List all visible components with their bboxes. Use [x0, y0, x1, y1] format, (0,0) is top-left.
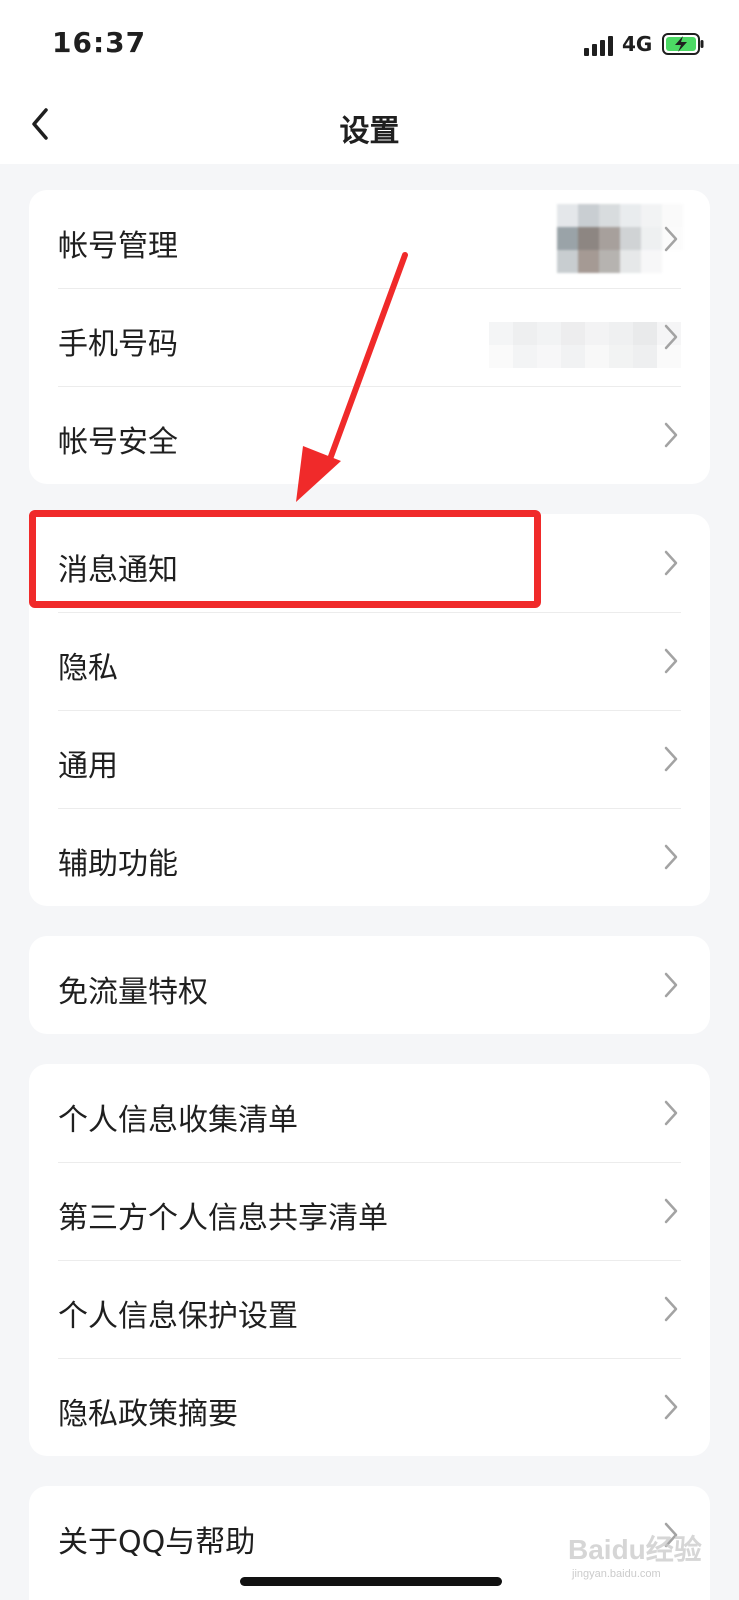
settings-item-accessibility[interactable]: 辅助功能 — [29, 808, 710, 906]
blurred-phone-number — [489, 322, 683, 368]
page-title: 设置 — [339, 114, 400, 149]
chevron-right-icon — [664, 648, 678, 674]
settings-item-info-collection-list[interactable]: 个人信息收集清单 — [29, 1064, 710, 1162]
settings-item-label: 辅助功能 — [58, 847, 178, 882]
settings-item-account-security[interactable]: 帐号安全 — [29, 386, 710, 484]
settings-item-label: 手机号码 — [58, 327, 178, 362]
home-indicator[interactable] — [240, 1577, 502, 1586]
chevron-right-icon — [664, 550, 678, 576]
settings-item-label: 关于QQ与帮助 — [58, 1525, 256, 1560]
chevron-right-icon — [664, 844, 678, 870]
battery-charging-icon — [662, 33, 704, 55]
chevron-right-icon — [664, 1198, 678, 1224]
chevron-right-icon — [664, 422, 678, 448]
settings-item-general[interactable]: 通用 — [29, 710, 710, 808]
settings-item-label: 第三方个人信息共享清单 — [58, 1201, 388, 1236]
network-type: 4G — [622, 32, 653, 56]
settings-group-data: 免流量特权 — [29, 936, 710, 1034]
chevron-right-icon — [664, 226, 678, 252]
settings-group-account: 帐号管理 手机号码 帐号安全 — [29, 190, 710, 484]
settings-item-account-management[interactable]: 帐号管理 — [29, 190, 710, 288]
settings-item-info-protection[interactable]: 个人信息保护设置 — [29, 1260, 710, 1358]
settings-item-label: 个人信息保护设置 — [58, 1299, 298, 1334]
annotation-highlight-box — [29, 510, 541, 608]
chevron-right-icon — [664, 1394, 678, 1420]
settings-item-free-data[interactable]: 免流量特权 — [29, 936, 710, 1034]
settings-item-label: 帐号管理 — [58, 229, 178, 264]
chevron-right-icon — [664, 746, 678, 772]
chevron-right-icon — [664, 1296, 678, 1322]
settings-item-label: 隐私 — [58, 651, 118, 686]
watermark: Baidu经验 jingyan.baidu.com — [568, 1528, 702, 1580]
settings-item-third-party-sharing[interactable]: 第三方个人信息共享清单 — [29, 1162, 710, 1260]
watermark-brand: Baidu经验 — [568, 1534, 702, 1565]
chevron-right-icon — [664, 972, 678, 998]
status-bar: 16:37 4G — [0, 0, 739, 88]
settings-screen: 16:37 4G 设置 帐号管理 手机号码 帐号安全 消息通知 隐私 通用 辅助… — [0, 0, 739, 1600]
cellular-signal-icon — [584, 34, 614, 56]
chevron-right-icon — [664, 1100, 678, 1126]
settings-item-phone-number[interactable]: 手机号码 — [29, 288, 710, 386]
status-time: 16:37 — [52, 26, 147, 59]
settings-group-personal-info: 个人信息收集清单 第三方个人信息共享清单 个人信息保护设置 隐私政策摘要 — [29, 1064, 710, 1456]
settings-item-privacy-summary[interactable]: 隐私政策摘要 — [29, 1358, 710, 1456]
settings-item-label: 个人信息收集清单 — [58, 1103, 298, 1138]
chevron-right-icon — [664, 324, 678, 350]
settings-item-label: 帐号安全 — [58, 425, 178, 460]
settings-item-label: 免流量特权 — [58, 975, 208, 1010]
settings-item-privacy[interactable]: 隐私 — [29, 612, 710, 710]
nav-bar: 设置 — [0, 88, 739, 164]
settings-item-label: 隐私政策摘要 — [58, 1397, 238, 1432]
settings-item-label: 通用 — [58, 749, 118, 784]
watermark-url: jingyan.baidu.com — [572, 1568, 661, 1580]
